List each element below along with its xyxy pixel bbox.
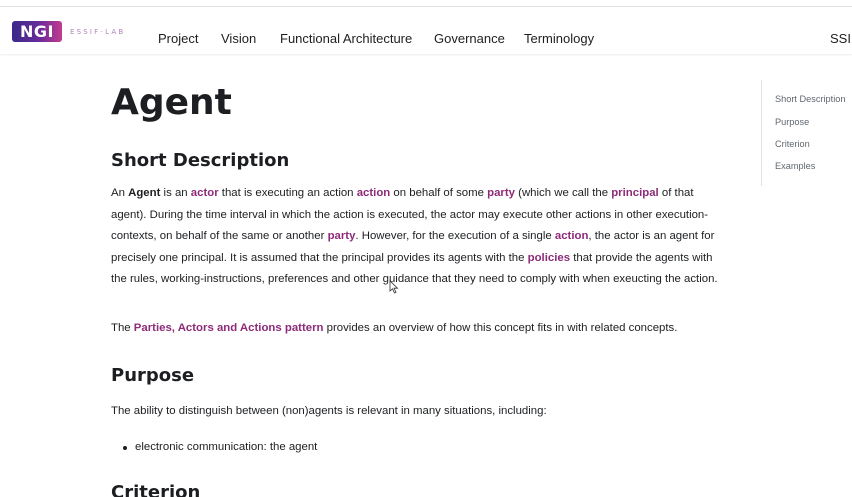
heading-purpose: Purpose — [111, 365, 195, 386]
ngi-logo-icon: NGI — [12, 21, 62, 42]
term-link[interactable]: principal — [611, 187, 658, 199]
toc-item-criterion[interactable]: Criterion — [775, 139, 810, 149]
nav-item-functional-architecture[interactable]: Functional Architecture — [280, 31, 412, 46]
term-link[interactable]: action — [357, 187, 391, 199]
term-link[interactable]: party — [487, 187, 515, 199]
logo-subtitle: ESSIF-LAB — [70, 27, 126, 36]
heading-criterion: Criterion — [111, 482, 201, 497]
term-link[interactable]: policies — [528, 252, 570, 264]
short-description-paragraph: An Agent is an actor that is executing a… — [111, 187, 718, 285]
list-item-text: electronic communication: the agent — [135, 441, 318, 453]
nav-item-ssi[interactable]: SSI — [830, 31, 851, 46]
mouse-cursor-icon — [389, 280, 399, 294]
main-content: Agent Short Description An Agent is an a… — [111, 80, 731, 497]
site-logo[interactable]: NGI ESSIF-LAB — [12, 21, 125, 42]
nav-item-governance[interactable]: Governance — [434, 31, 505, 46]
bullet-icon — [123, 445, 127, 450]
term-link[interactable]: action — [555, 230, 589, 242]
table-of-contents: Short Description Purpose Criterion Exam… — [761, 80, 852, 186]
term-link[interactable]: Parties, Actors and Actions pattern — [134, 322, 324, 334]
pattern-paragraph: The Parties, Actors and Actions pattern … — [111, 322, 678, 334]
list-item: electronic communication: the agent — [123, 437, 317, 459]
page-title: Agent — [111, 82, 232, 123]
nav-item-terminology[interactable]: Terminology — [524, 31, 594, 46]
toc-item-examples[interactable]: Examples — [775, 161, 815, 171]
nav-item-vision[interactable]: Vision — [221, 31, 256, 46]
toc-item-purpose[interactable]: Purpose — [775, 117, 809, 127]
purpose-paragraph: The ability to distinguish between (non)… — [111, 405, 547, 417]
term-link[interactable]: party — [328, 230, 356, 242]
heading-short-description: Short Description — [111, 150, 290, 171]
toc-item-short-description[interactable]: Short Description — [775, 94, 845, 104]
navbar: NGI ESSIF-LAB Project Vision Functional … — [0, 7, 852, 54]
nav-item-project[interactable]: Project — [158, 31, 198, 46]
bold-term: Agent — [128, 187, 161, 199]
logo-text: NGI — [20, 22, 54, 41]
term-link[interactable]: actor — [191, 187, 219, 199]
